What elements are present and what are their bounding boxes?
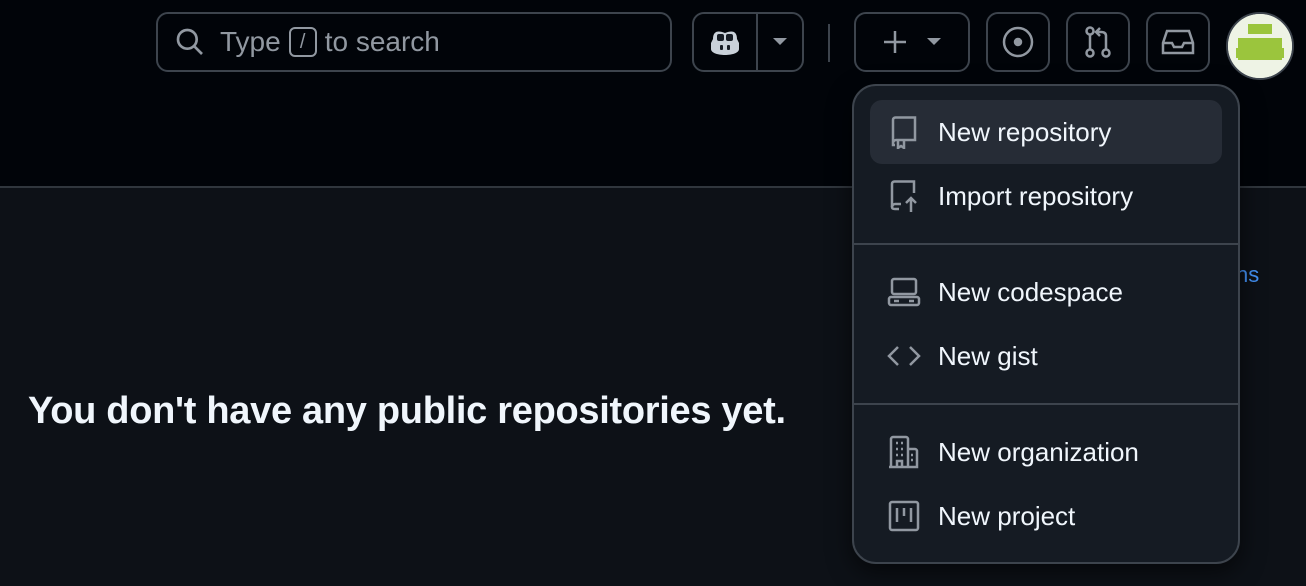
avatar[interactable] <box>1226 12 1294 80</box>
empty-repositories-message: You don't have any public repositories y… <box>28 390 786 432</box>
menu-item-new-repository[interactable]: New repository <box>870 100 1222 164</box>
create-new-button[interactable] <box>854 12 970 72</box>
menu-item-label: New repository <box>938 116 1112 147</box>
header-divider <box>828 24 830 62</box>
repo-push-icon <box>886 178 922 214</box>
search-prefix: Type <box>220 26 281 57</box>
pull-requests-button[interactable] <box>1066 12 1130 72</box>
git-pull-request-icon <box>1085 26 1111 58</box>
copilot-icon <box>711 31 739 55</box>
chevron-down-icon <box>927 38 941 45</box>
codespace-icon <box>886 274 922 310</box>
code-icon <box>886 338 922 374</box>
slash-key-hint: / <box>288 27 317 57</box>
copilot-button-group <box>692 12 804 72</box>
search-suffix: to search <box>324 26 440 57</box>
copilot-button[interactable] <box>694 14 758 70</box>
menu-divider <box>854 403 1238 405</box>
menu-item-label: Import repository <box>938 180 1134 211</box>
menu-item-new-organization[interactable]: New organization <box>870 420 1222 484</box>
menu-item-new-project[interactable]: New project <box>870 484 1222 548</box>
copilot-dropdown-button[interactable] <box>758 14 802 70</box>
project-icon <box>886 498 922 534</box>
menu-item-label: New organization <box>938 436 1139 467</box>
menu-item-new-codespace[interactable]: New codespace <box>870 260 1222 324</box>
create-new-menu: New repository Import repository New cod… <box>852 84 1240 564</box>
inbox-button[interactable] <box>1146 12 1210 72</box>
menu-divider <box>854 243 1238 245</box>
search-icon <box>176 28 203 55</box>
avatar-identicon <box>1228 14 1292 78</box>
issues-button[interactable] <box>986 12 1050 72</box>
chevron-down-icon <box>773 38 787 45</box>
search-placeholder: Type / to search <box>220 26 440 58</box>
repo-icon <box>886 114 922 150</box>
issue-opened-icon <box>1002 26 1034 58</box>
menu-item-label: New codespace <box>938 276 1123 307</box>
search-input[interactable]: Type / to search <box>156 12 672 72</box>
menu-item-new-gist[interactable]: New gist <box>870 324 1222 388</box>
plus-icon <box>884 31 906 53</box>
inbox-icon <box>1161 29 1195 55</box>
menu-item-label: New project <box>938 500 1076 531</box>
menu-item-label: New gist <box>938 340 1038 371</box>
menu-item-import-repository[interactable]: Import repository <box>870 164 1222 228</box>
organization-icon <box>886 434 922 470</box>
